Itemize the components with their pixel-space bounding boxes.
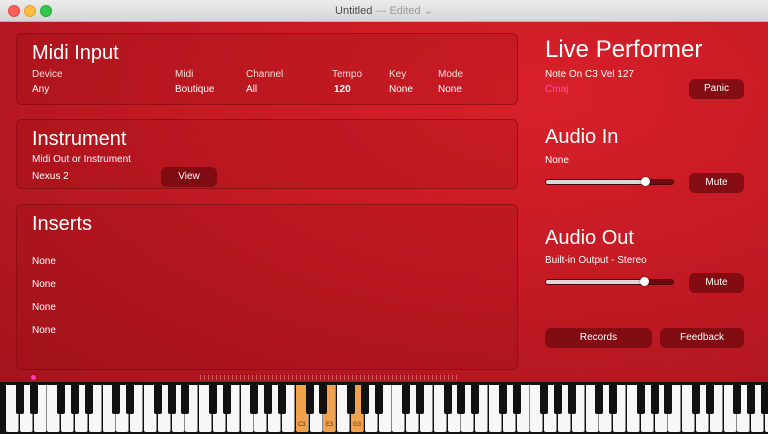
audio-out-device[interactable]: Built-in Output - Stereo: [545, 255, 647, 266]
piano-black-key[interactable]: [512, 385, 521, 414]
instrument-title: Instrument: [32, 128, 127, 150]
piano-black-key[interactable]: [15, 385, 24, 414]
piano-black-key[interactable]: [29, 385, 38, 414]
window-title[interactable]: Untitled — Edited ⌄: [0, 4, 768, 17]
piano-keyboard[interactable]: C3 E3 G3: [0, 382, 768, 434]
title-bar: Untitled — Edited ⌄: [0, 0, 768, 22]
chord-display: Cmaj: [545, 84, 569, 95]
instrument-subtitle: Midi Out or Instrument: [32, 154, 131, 165]
app-window: Untitled — Edited ⌄ Midi Input Device An…: [0, 0, 768, 434]
piano-black-key[interactable]: [471, 385, 480, 414]
feedback-button[interactable]: Feedback: [660, 328, 744, 348]
tempo-label: Tempo: [332, 69, 363, 80]
piano-black-key[interactable]: [443, 385, 452, 414]
audio-in-mute-button[interactable]: Mute: [689, 173, 744, 193]
audio-in-level-slider[interactable]: [545, 177, 674, 186]
channel-label: Channel: [246, 69, 284, 80]
piano-black-key[interactable]: [278, 385, 286, 414]
piano-black-key[interactable]: [567, 385, 576, 414]
piano-black-key[interactable]: [705, 385, 714, 414]
audio-in-level-fill: [546, 180, 646, 184]
view-button[interactable]: View: [161, 167, 217, 187]
audio-out-level-slider[interactable]: [545, 277, 674, 286]
piano-black-key[interactable]: [457, 385, 466, 414]
piano-black-key[interactable]: [747, 385, 756, 414]
piano-black-key[interactable]: [57, 385, 66, 414]
note-ruler: [200, 375, 460, 380]
piano-black-key[interactable]: [360, 385, 369, 414]
piano-black-key[interactable]: [112, 385, 121, 414]
piano-black-key[interactable]: [733, 385, 742, 414]
panic-button[interactable]: Panic: [689, 79, 744, 99]
piano-black-key[interactable]: [402, 385, 411, 414]
piano-black-key[interactable]: [692, 385, 700, 414]
piano-key-label: G3: [352, 422, 361, 428]
piano-black-key[interactable]: [650, 385, 659, 414]
key-label: Key: [389, 69, 407, 80]
piano-black-key[interactable]: [347, 385, 355, 414]
midi-input-panel: Midi Input Device Any Midi Boutique Chan…: [16, 33, 518, 105]
device-value[interactable]: Any: [32, 84, 49, 95]
piano-black-key[interactable]: [181, 385, 190, 414]
device-label: Device: [32, 69, 63, 80]
insert-slot-1[interactable]: None: [32, 256, 56, 267]
mode-label: Mode: [438, 69, 464, 80]
piano-black-key[interactable]: [319, 385, 328, 414]
piano-black-key[interactable]: [761, 385, 768, 414]
piano-black-key[interactable]: [609, 385, 618, 414]
piano-black-key[interactable]: [416, 385, 424, 414]
tempo-value[interactable]: 120: [334, 84, 351, 95]
inserts-title: Inserts: [32, 213, 93, 235]
piano-black-key[interactable]: [71, 385, 79, 414]
audio-out-level-knob[interactable]: [639, 277, 649, 286]
midi-input-title: Midi Input: [32, 42, 119, 64]
midi-label: Midi: [175, 69, 194, 80]
piano-black-key[interactable]: [250, 385, 259, 414]
audio-in-level-knob[interactable]: [641, 177, 651, 186]
piano-black-key[interactable]: [636, 385, 645, 414]
mode-value[interactable]: None: [438, 84, 462, 95]
records-button[interactable]: Records: [545, 328, 652, 348]
piano-black-key[interactable]: [664, 385, 673, 414]
main-content: Midi Input Device Any Midi Boutique Chan…: [0, 22, 768, 382]
insert-slot-3[interactable]: None: [32, 302, 56, 313]
piano-key-label: C3: [297, 422, 306, 428]
record-indicator-dot: [31, 375, 36, 380]
piano-key-label: E3: [325, 422, 334, 428]
piano-black-key[interactable]: [264, 385, 273, 414]
document-name: Untitled: [335, 5, 373, 17]
audio-in-source[interactable]: None: [545, 155, 569, 166]
piano-black-key[interactable]: [222, 385, 231, 414]
insert-slot-2[interactable]: None: [32, 279, 56, 290]
piano-black-key[interactable]: [540, 385, 549, 414]
audio-out-mute-button[interactable]: Mute: [689, 273, 744, 293]
piano-black-key[interactable]: [126, 385, 135, 414]
piano-black-key[interactable]: [305, 385, 314, 414]
instrument-value[interactable]: Nexus 2: [32, 171, 69, 182]
piano-black-key[interactable]: [374, 385, 383, 414]
key-value[interactable]: None: [389, 84, 413, 95]
piano-black-key[interactable]: [167, 385, 176, 414]
edited-indicator: — Edited ⌄: [375, 5, 433, 17]
note-status: Note On C3 Vel 127: [545, 69, 634, 80]
piano-black-key[interactable]: [554, 385, 562, 414]
inserts-panel: Inserts None None None None: [16, 204, 518, 370]
piano-black-key[interactable]: [498, 385, 507, 414]
insert-slot-4[interactable]: None: [32, 325, 56, 336]
piano-black-key[interactable]: [84, 385, 93, 414]
audio-out-title: Audio Out: [545, 227, 634, 249]
midi-value[interactable]: Boutique: [175, 84, 214, 95]
piano-black-key[interactable]: [595, 385, 604, 414]
audio-out-level-fill: [546, 280, 644, 284]
live-performer-title: Live Performer: [545, 36, 703, 63]
piano-black-key[interactable]: [209, 385, 217, 414]
audio-in-title: Audio In: [545, 126, 619, 148]
instrument-panel: Instrument Midi Out or Instrument Nexus …: [16, 119, 518, 189]
piano-black-key[interactable]: [153, 385, 162, 414]
channel-value[interactable]: All: [246, 84, 257, 95]
